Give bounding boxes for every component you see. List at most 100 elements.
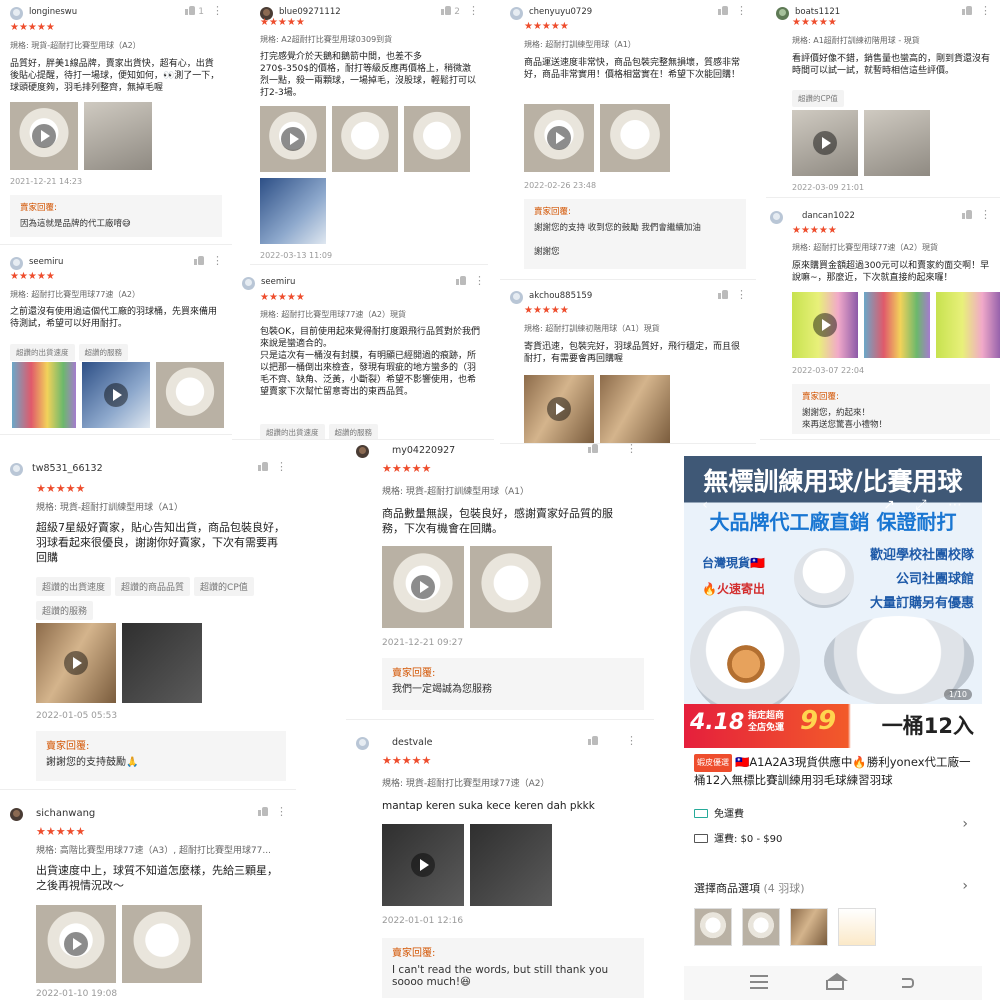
review-tag: 超讚的服務 <box>36 601 94 620</box>
like-button[interactable] <box>456 276 466 287</box>
review-text: 出貨速度中上，球質不知道怎麼樣，先給三顆星，之後再視情況改～ <box>36 864 278 892</box>
review-card: seemiru ⋮ ★★★★★ 規格: 超耐打比賽型用球77速（A2） 之前還沒有… <box>0 250 232 435</box>
shipping-row[interactable]: 免運費 運費: $0 - $90 › <box>694 802 974 846</box>
review-photo[interactable] <box>600 104 670 172</box>
like-button[interactable]: 1 <box>185 6 204 17</box>
variation-spec: 規格: 高階比賽型用球77速（A3）, 超耐打比賽型用球77... <box>36 846 271 856</box>
rating-stars: ★★★★★ <box>260 292 305 303</box>
review-photo[interactable] <box>864 110 930 176</box>
reviewer-name: destvale <box>392 737 433 748</box>
review-video[interactable] <box>382 546 464 628</box>
review-photo[interactable] <box>470 546 552 628</box>
option-thumbnail[interactable] <box>742 908 780 946</box>
promo-bucket-count: 一桶12入 <box>881 714 974 738</box>
seller-reply: 賣家回覆: 謝謝您的支持 收到您的鼓勵 我們會繼續加油 謝謝您 <box>524 199 746 269</box>
user-avatar <box>356 445 369 458</box>
review-video[interactable] <box>260 106 326 172</box>
thumbs-up-icon <box>718 6 728 15</box>
shuttlecock-cork-image <box>724 642 768 686</box>
more-options-icon[interactable]: ⋮ <box>736 288 747 301</box>
like-button[interactable] <box>718 6 728 17</box>
review-video[interactable] <box>36 623 116 703</box>
truck-icon <box>694 834 708 843</box>
review-photo[interactable] <box>404 106 470 172</box>
thumbs-up-icon <box>718 290 728 299</box>
review-photo[interactable] <box>260 178 326 244</box>
reviewer-name: blue09271112 <box>279 7 341 17</box>
more-options-icon[interactable]: ⋮ <box>276 805 287 818</box>
review-text: 商品運送速度非常快，商品包裝完整無損壞，質感非常好，商品非常實用！價格相當實在！… <box>524 58 741 80</box>
seller-reply: 賣家回覆: I can't read the words, but still t… <box>382 938 644 998</box>
review-photo[interactable] <box>864 292 930 358</box>
home-icon[interactable] <box>826 973 848 990</box>
variation-spec: 規格: 超耐打訓練初階用球（A1）現貨 <box>524 324 660 333</box>
option-thumbnail[interactable] <box>790 908 828 946</box>
review-photo[interactable] <box>122 905 202 983</box>
review-video[interactable] <box>382 824 464 906</box>
product-image-carousel[interactable]: 無標訓練用球/比賽用球 ‹ ↗ ⤢ ⋯ 大品牌代工廠直銷 保證耐打 台灣現貨🇹🇼… <box>684 456 982 748</box>
review-video[interactable] <box>792 110 858 176</box>
more-options-icon[interactable]: ⋮ <box>468 4 479 17</box>
more-options-icon[interactable]: ⋮ <box>474 274 485 287</box>
more-options-icon[interactable]: ⋮ <box>212 4 223 17</box>
like-button[interactable] <box>588 444 598 455</box>
like-button[interactable] <box>718 290 728 301</box>
banner-headline: 無標訓練用球/比賽用球 <box>703 467 963 496</box>
review-card: my04220927 ⋮ ★★★★★ 規格: 現貨-超耐打訓練型用球（A1） 商品… <box>346 440 654 720</box>
options-count: (4 羽球) <box>763 882 805 895</box>
review-date: 2022-01-10 19:08 <box>36 989 118 999</box>
more-options-icon[interactable]: ⋮ <box>212 254 223 267</box>
review-photo[interactable] <box>156 362 224 428</box>
like-button[interactable] <box>194 256 204 267</box>
variation-spec: 規格: 超耐打訓練型用球（A1） <box>524 40 636 49</box>
shuttlecock-image <box>794 548 854 608</box>
review-photo[interactable] <box>122 623 202 703</box>
variation-spec: 規格: 現貨-超耐打訓練型用球（A1） <box>382 487 530 497</box>
more-options-icon[interactable]: ⋮ <box>980 4 991 17</box>
reviewer-name: sichanwang <box>36 808 96 819</box>
thumbs-up-icon <box>194 256 204 265</box>
review-tag: 超讚的出貨速度 <box>36 577 112 596</box>
like-button[interactable] <box>588 736 598 747</box>
seller-reply: 賣家回覆: 我們一定竭誠為您服務 <box>382 658 644 710</box>
like-button[interactable] <box>962 6 972 17</box>
options-row[interactable]: 選擇商品選項 (4 羽球) › <box>694 878 974 902</box>
review-video[interactable] <box>82 362 150 428</box>
review-video[interactable] <box>792 292 858 358</box>
seller-reply: 賣家回覆: 謝謝您的支持鼓勵🙏 <box>36 731 286 781</box>
promo-free-shipping: 指定超商 全店免運 <box>748 711 785 733</box>
more-options-icon[interactable]: ⋮ <box>626 734 637 747</box>
promo-99: 99 <box>800 706 837 736</box>
review-photo[interactable] <box>470 824 552 906</box>
like-button[interactable] <box>962 210 972 221</box>
review-photo[interactable] <box>12 362 76 428</box>
user-avatar <box>10 463 23 476</box>
review-photo[interactable] <box>600 375 670 443</box>
option-thumbnail[interactable] <box>838 908 876 946</box>
user-avatar <box>776 7 789 20</box>
like-button[interactable] <box>258 807 268 818</box>
chevron-right-icon: › <box>962 878 968 894</box>
rating-stars: ★★★★★ <box>524 21 569 32</box>
more-options-icon[interactable]: ⋮ <box>736 4 747 17</box>
menu-icon[interactable] <box>750 975 768 989</box>
like-button[interactable] <box>258 462 268 473</box>
play-icon <box>411 575 435 599</box>
more-options-icon[interactable]: ⋮ <box>980 208 991 221</box>
review-video[interactable] <box>524 375 594 443</box>
review-photo[interactable] <box>936 292 1000 358</box>
thumbs-up-icon <box>258 462 268 471</box>
like-button[interactable]: 2 <box>441 6 460 17</box>
review-photo[interactable] <box>332 106 398 172</box>
review-video[interactable] <box>10 102 78 170</box>
review-photo[interactable] <box>84 102 152 170</box>
back-icon[interactable] <box>902 978 914 988</box>
play-icon <box>813 313 837 337</box>
option-thumbnail[interactable] <box>694 908 732 946</box>
review-text: 包裝OK，目前使用起來覺得耐打度跟飛行品質對於我們來說是蠻適合的。 只是這次有一… <box>260 327 480 397</box>
review-video[interactable] <box>524 104 594 172</box>
review-video[interactable] <box>36 905 116 983</box>
review-text: 品質好，胖美1線品牌，賣家出貨快，超有心，出貨後貼心提醒，待打一場球，便知如何，… <box>10 59 220 93</box>
more-options-icon[interactable]: ⋮ <box>276 460 287 473</box>
review-text: 原來購買金額超過300元可以和賣家約面交啊！早說嘛~，那麼近，下次就直接約起來囉… <box>792 261 990 283</box>
